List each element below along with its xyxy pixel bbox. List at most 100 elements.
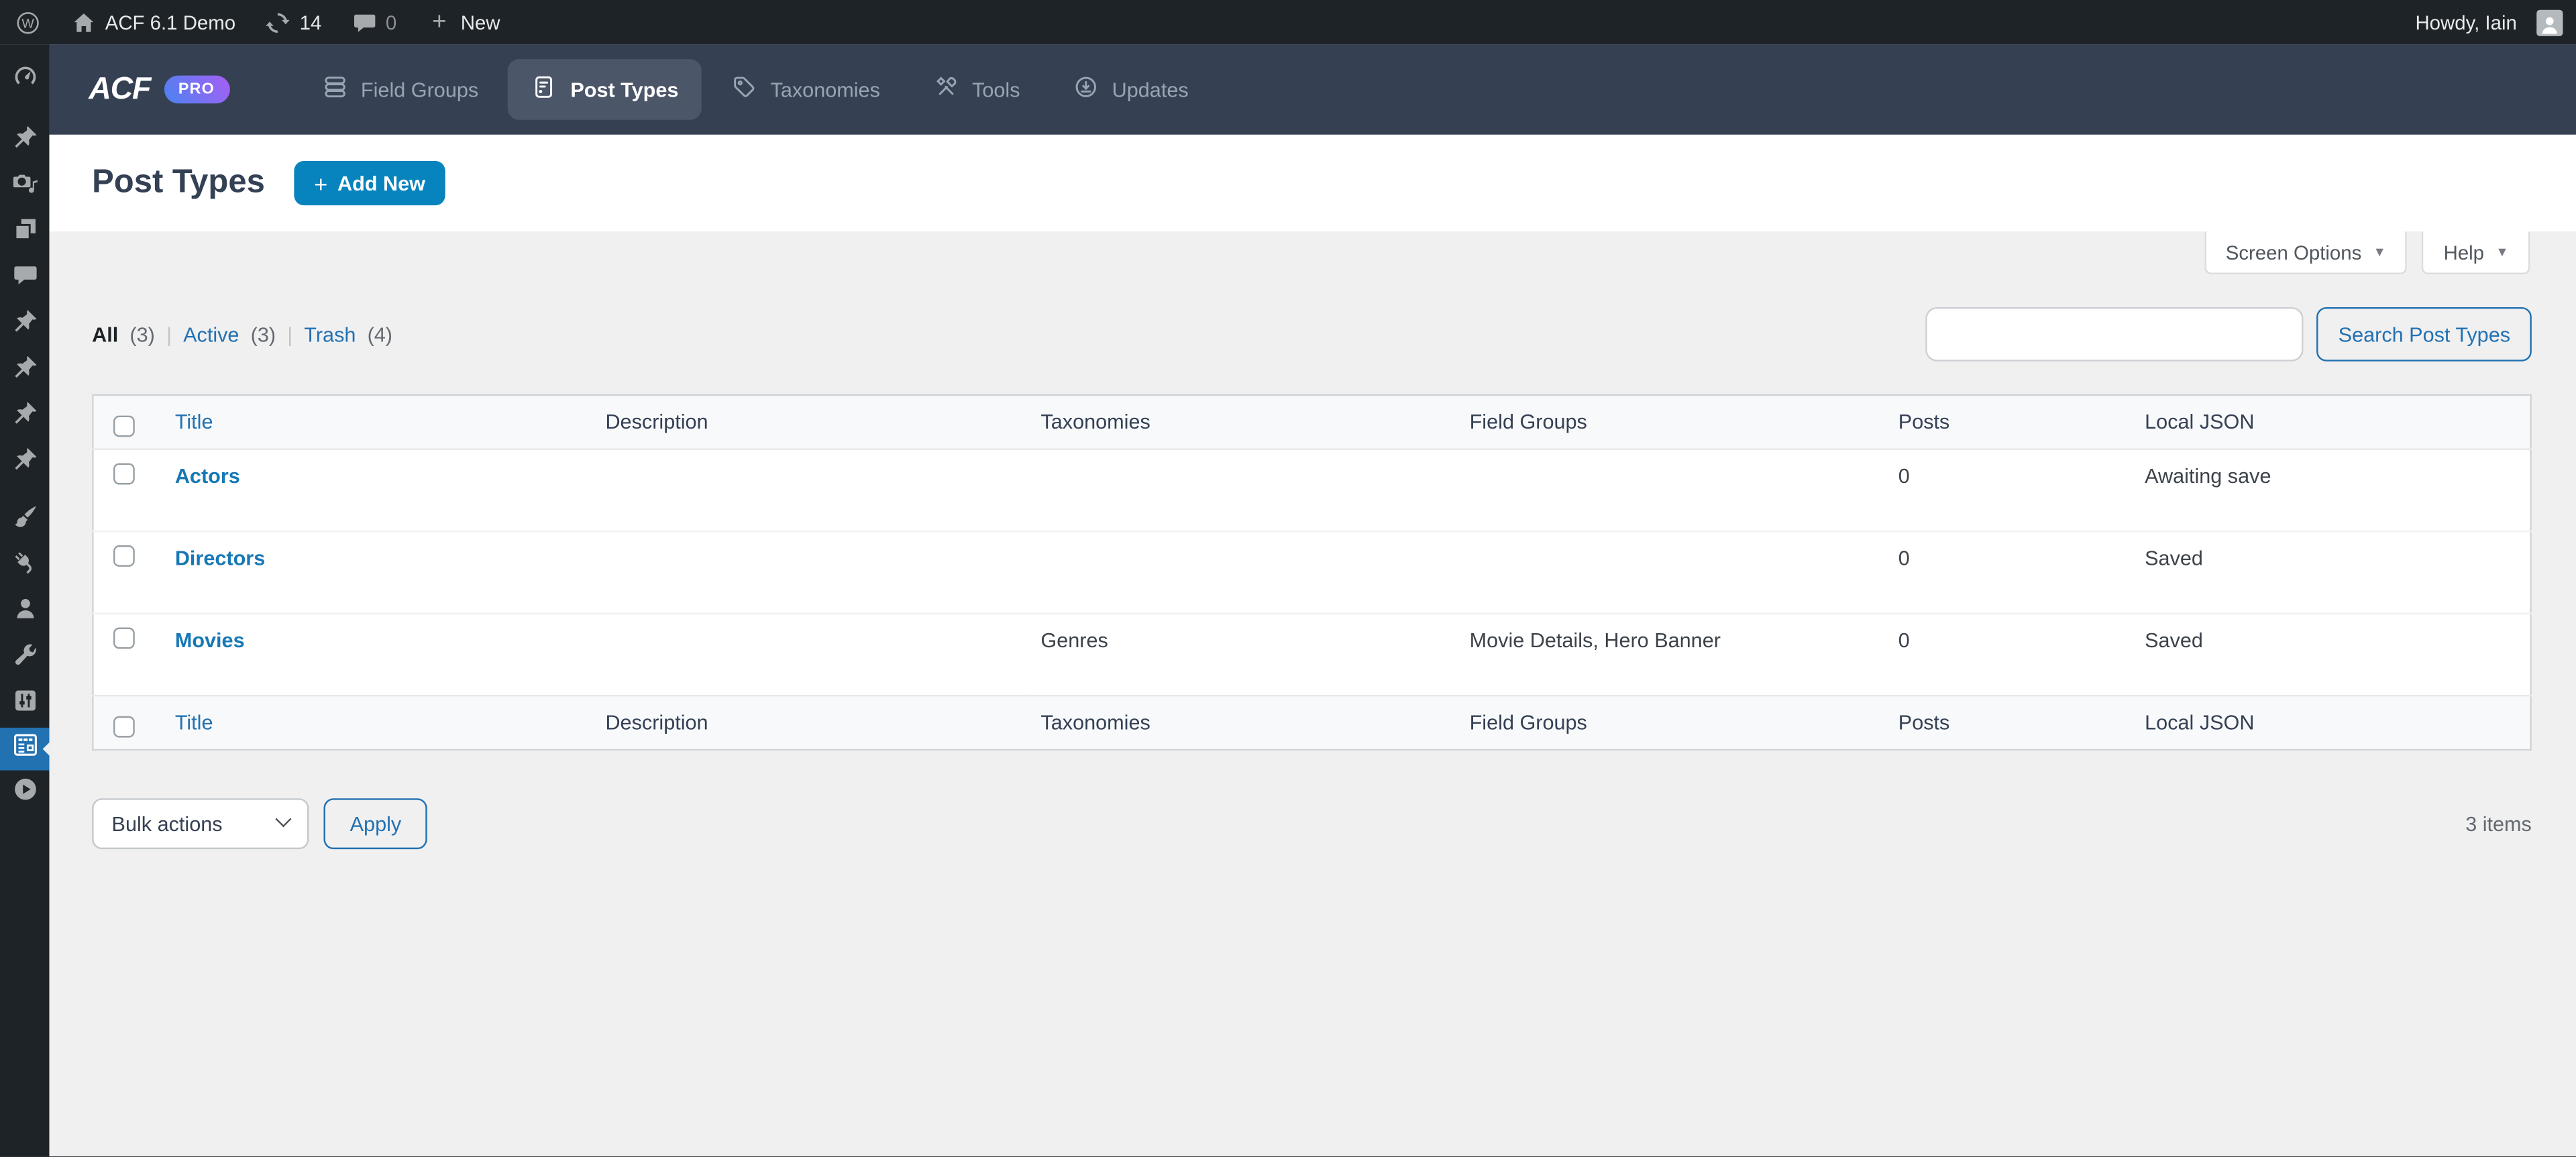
select-all-checkbox[interactable] [113, 416, 135, 437]
sidebar-item-cpt-1[interactable] [0, 302, 49, 349]
tab-updates[interactable]: Updates [1050, 59, 1212, 120]
filter-trash-count: (4) [368, 323, 392, 345]
new-label: New [461, 11, 500, 34]
cell-posts: 0 [1882, 531, 2128, 613]
tab-post-types[interactable]: Post Types [508, 59, 701, 120]
bulk-actions-bar: Bulk actions Apply 3 items [92, 798, 2532, 849]
sidebar-item-video[interactable] [0, 771, 49, 817]
acf-logo: ACF [89, 72, 150, 108]
post-types-table: Title Description Taxonomies Field Group… [92, 394, 2532, 751]
wordpress-admin-screen: W ACF 6.1 Demo 14 0 [0, 0, 2576, 1157]
sidebar-item-media[interactable] [0, 164, 49, 211]
sidebar-item-pages[interactable] [0, 210, 49, 256]
select-all-checkbox[interactable] [113, 716, 135, 738]
account-menu[interactable]: Howdy, Iain [2400, 0, 2563, 44]
sidebar-item-comments[interactable] [0, 256, 49, 302]
apply-button[interactable]: Apply [323, 798, 427, 849]
status-filters: All (3) | Active (3) | Trash (4) [92, 323, 392, 345]
row-checkbox[interactable] [113, 545, 135, 567]
filter-active[interactable]: Active [183, 323, 239, 345]
filter-trash[interactable]: Trash [304, 323, 356, 345]
howdy-text: Howdy, Iain [2415, 11, 2516, 34]
cell-posts: 0 [1882, 614, 2128, 696]
pushpin-icon [11, 123, 39, 160]
avatar [2536, 9, 2563, 35]
cell-posts: 0 [1882, 449, 2128, 531]
add-new-button[interactable]: + Add New [294, 161, 445, 205]
chevron-down-icon [275, 811, 291, 827]
bulk-actions-select[interactable]: Bulk actions [92, 798, 309, 849]
column-taxonomies: Taxonomies [1024, 696, 1453, 750]
post-type-link[interactable]: Actors [175, 465, 240, 488]
column-local-json: Local JSON [2129, 696, 2531, 750]
plus-icon: + [314, 172, 327, 195]
tab-taxonomies[interactable]: Taxonomies [708, 59, 903, 120]
field-groups-icon [321, 74, 347, 105]
tab-field-groups[interactable]: Field Groups [299, 59, 502, 120]
new-content-link[interactable]: + New [411, 0, 515, 44]
admin-bar: W ACF 6.1 Demo 14 0 [0, 0, 2576, 44]
paintbrush-icon [11, 502, 39, 539]
updates-download-icon [1073, 74, 1099, 105]
post-type-link[interactable]: Movies [175, 629, 245, 652]
update-icon [265, 9, 291, 35]
updates-link[interactable]: 14 [250, 0, 336, 44]
list-controls: All (3) | Active (3) | Trash (4) Search … [92, 307, 2532, 362]
sidebar-item-plugins[interactable] [0, 544, 49, 590]
row-checkbox[interactable] [113, 463, 135, 485]
cell-local-json: Saved [2129, 531, 2531, 613]
table-row: Directors 0 Saved [93, 531, 2530, 613]
pages-icon [11, 215, 39, 252]
column-local-json: Local JSON [2129, 395, 2531, 449]
column-title-sort[interactable]: Title [175, 711, 213, 734]
update-count: 14 [300, 11, 322, 34]
filter-active-count: (3) [251, 323, 276, 345]
cell-taxonomies [1024, 531, 1453, 613]
tab-label: Tools [972, 78, 1020, 101]
sidebar-item-users[interactable] [0, 590, 49, 636]
cell-local-json: Saved [2129, 614, 2531, 696]
acf-nav: Field Groups Post Types Taxonomies Tools [299, 59, 1212, 120]
column-description: Description [589, 395, 1024, 449]
tab-label: Field Groups [361, 78, 478, 101]
table-footer-row: Title Description Taxonomies Field Group… [93, 696, 2530, 750]
search-input[interactable] [1926, 307, 2304, 362]
cell-field-groups [1453, 449, 1882, 531]
wordpress-logo-icon: W [15, 9, 41, 35]
site-name-link[interactable]: ACF 6.1 Demo [56, 0, 250, 44]
wordpress-logo-menu[interactable]: W [0, 0, 56, 44]
screen-options-button[interactable]: Screen Options ▼ [2204, 231, 2408, 274]
sidebar-item-cpt-4[interactable] [0, 440, 49, 486]
site-name: ACF 6.1 Demo [105, 11, 235, 34]
search-post-types-button[interactable]: Search Post Types [2317, 307, 2532, 362]
cell-taxonomies [1024, 449, 1453, 531]
sidebar-item-appearance[interactable] [0, 498, 49, 544]
post-type-link[interactable]: Directors [175, 547, 265, 570]
tab-tools[interactable]: Tools [910, 59, 1043, 120]
sidebar-item-settings[interactable] [0, 681, 49, 728]
dashboard-gauge-icon [11, 62, 39, 99]
table-header-row: Title Description Taxonomies Field Group… [93, 395, 2530, 449]
column-field-groups: Field Groups [1453, 395, 1882, 449]
comments-link[interactable]: 0 [336, 0, 411, 44]
sidebar-item-dashboard[interactable] [0, 58, 49, 104]
acf-menu-icon [11, 731, 39, 767]
page-title: Post Types [92, 164, 265, 202]
pushpin-icon [11, 399, 39, 435]
sidebar-item-acf[interactable] [0, 728, 49, 771]
filter-all[interactable]: All [92, 323, 118, 345]
tools-icon [932, 74, 959, 105]
sidebar-item-posts[interactable] [0, 118, 49, 164]
sidebar-item-tools[interactable] [0, 636, 49, 682]
row-checkbox[interactable] [113, 628, 135, 649]
sidebar-item-cpt-2[interactable] [0, 348, 49, 394]
help-button[interactable]: Help ▼ [2422, 231, 2530, 274]
pro-badge: PRO [164, 75, 229, 104]
plug-icon [11, 549, 39, 585]
column-posts: Posts [1882, 696, 2128, 750]
tab-label: Updates [1112, 78, 1189, 101]
column-title-sort[interactable]: Title [175, 410, 213, 433]
items-count: 3 items [2465, 812, 2532, 835]
sidebar-item-cpt-3[interactable] [0, 394, 49, 441]
tab-label: Taxonomies [771, 78, 880, 101]
